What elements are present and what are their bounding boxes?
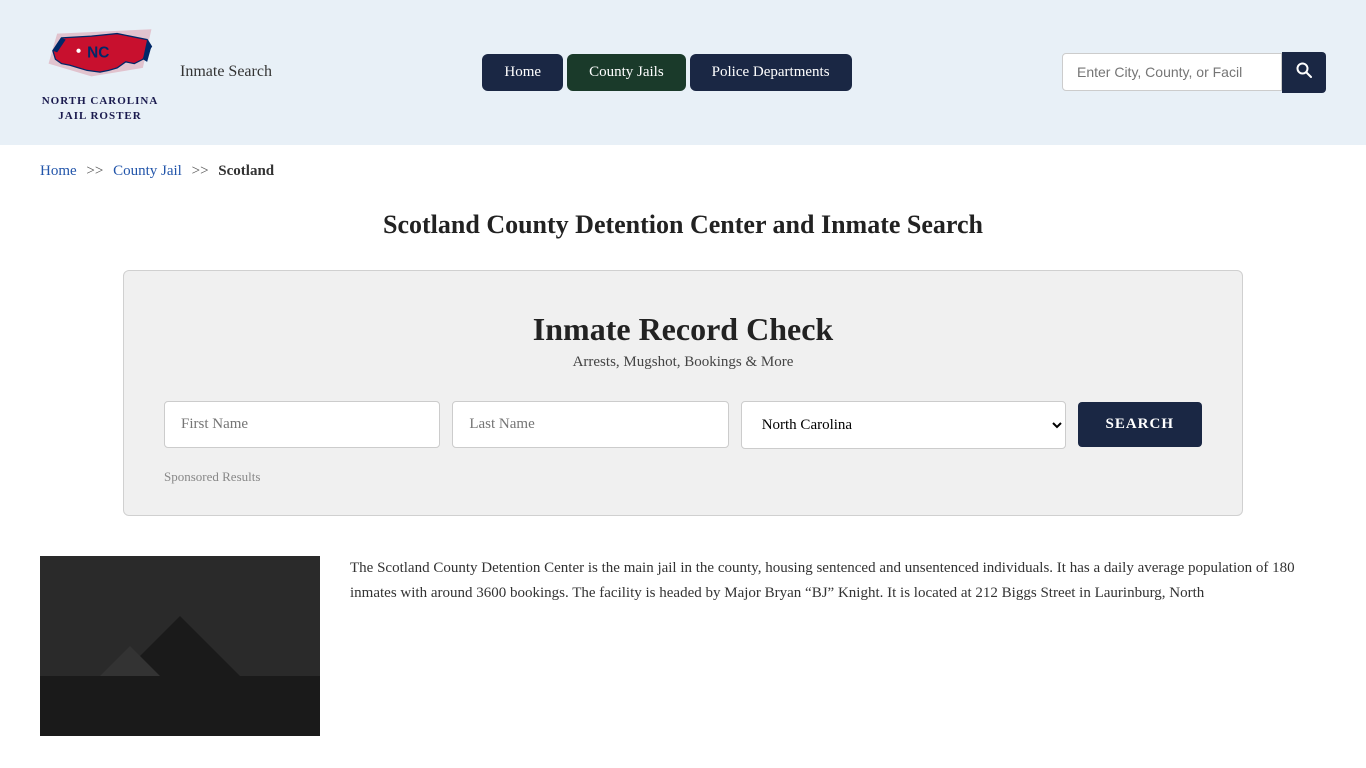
header-search-container bbox=[1062, 52, 1326, 93]
logo-container[interactable]: NC NORTH CAROLINA JAIL ROSTER bbox=[40, 20, 160, 125]
nc-logo-icon: NC bbox=[40, 20, 160, 90]
logo-text: NORTH CAROLINA JAIL ROSTER bbox=[42, 94, 159, 125]
header-left: NC NORTH CAROLINA JAIL ROSTER Inmate Sea… bbox=[40, 20, 272, 125]
sponsored-results: Sponsored Results bbox=[164, 469, 1202, 485]
page-title-section: Scotland County Detention Center and Inm… bbox=[0, 190, 1366, 250]
header-search-button[interactable] bbox=[1282, 52, 1326, 93]
record-check-subtitle: Arrests, Mugshot, Bookings & More bbox=[164, 354, 1202, 371]
svg-text:NC: NC bbox=[87, 45, 109, 62]
record-check-title: Inmate Record Check bbox=[164, 311, 1202, 348]
nav-police-button[interactable]: Police Departments bbox=[690, 54, 852, 91]
header-search-input[interactable] bbox=[1062, 53, 1282, 91]
last-name-input[interactable] bbox=[452, 401, 728, 448]
jail-description: The Scotland County Detention Center is … bbox=[350, 556, 1326, 607]
nav-county-jails-button[interactable]: County Jails bbox=[567, 54, 686, 91]
breadcrumb-current: Scotland bbox=[218, 163, 274, 179]
search-icon bbox=[1296, 62, 1312, 78]
first-name-input[interactable] bbox=[164, 401, 440, 448]
main-nav: Home County Jails Police Departments bbox=[482, 54, 851, 91]
jail-building-icon bbox=[40, 556, 320, 736]
record-check-box: Inmate Record Check Arrests, Mugshot, Bo… bbox=[123, 270, 1243, 516]
breadcrumb-sep1: >> bbox=[86, 163, 103, 179]
breadcrumb-home-link[interactable]: Home bbox=[40, 163, 77, 179]
record-check-form: AlabamaAlaskaArizonaArkansasCaliforniaCo… bbox=[164, 401, 1202, 449]
breadcrumb-sep2: >> bbox=[192, 163, 209, 179]
header: NC NORTH CAROLINA JAIL ROSTER Inmate Sea… bbox=[0, 0, 1366, 145]
state-select[interactable]: AlabamaAlaskaArizonaArkansasCaliforniaCo… bbox=[741, 401, 1066, 449]
page-title: Scotland County Detention Center and Inm… bbox=[40, 210, 1326, 240]
breadcrumb-county-jail-link[interactable]: County Jail bbox=[113, 163, 182, 179]
breadcrumb: Home >> County Jail >> Scotland bbox=[0, 145, 1366, 190]
bottom-section: The Scotland County Detention Center is … bbox=[0, 536, 1366, 756]
nav-home-button[interactable]: Home bbox=[482, 54, 563, 91]
jail-image bbox=[40, 556, 320, 736]
search-button[interactable]: SEARCH bbox=[1078, 402, 1203, 447]
inmate-search-link[interactable]: Inmate Search bbox=[180, 63, 272, 81]
